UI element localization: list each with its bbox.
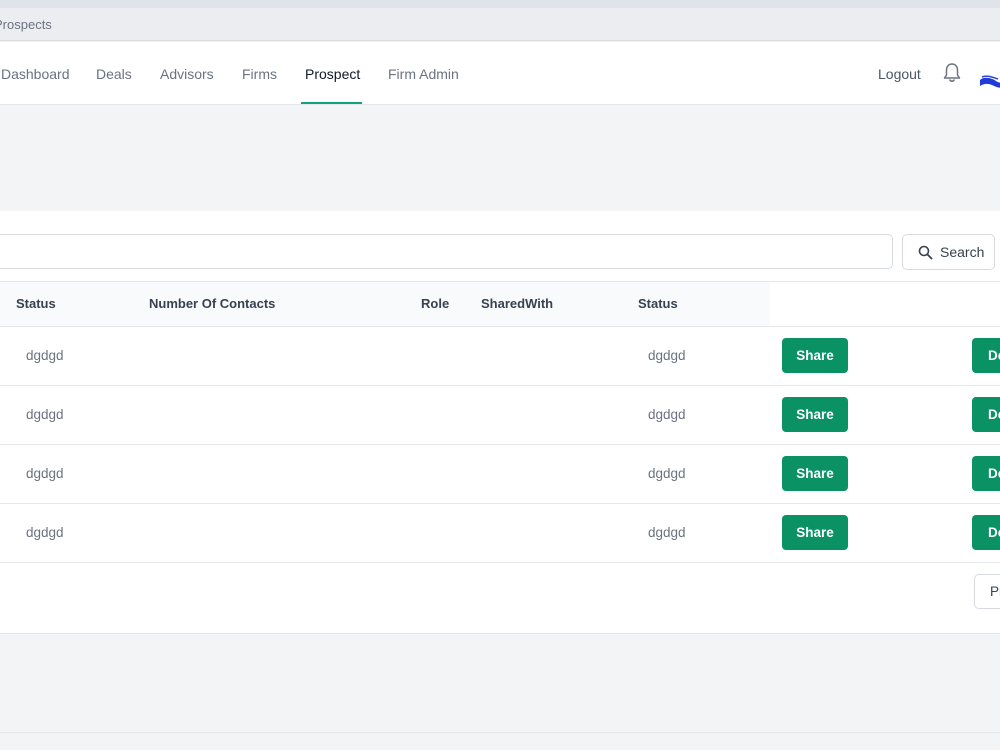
- column-header-role: Role: [421, 296, 450, 311]
- cell-status: dgdgd: [26, 348, 64, 363]
- avatar[interactable]: [978, 72, 1000, 92]
- nav-item-dashboard[interactable]: Dashboard: [1, 42, 70, 104]
- pagination-previous-button[interactable]: Pr: [974, 574, 1000, 609]
- table-row: dgdgd dgdgd Share De: [0, 385, 1000, 445]
- logout-link[interactable]: Logout: [878, 42, 921, 104]
- top-navbar: Dashboard Deals Advisors Firms Prospect …: [0, 42, 1000, 105]
- browser-top-strip: [0, 0, 1000, 8]
- table-row: dgdgd dgdgd Share De: [0, 444, 1000, 504]
- cell-status: dgdgd: [26, 407, 64, 422]
- column-header-status-2: Status: [638, 296, 678, 311]
- cell-status-2: dgdgd: [648, 407, 686, 422]
- cell-status-2: dgdgd: [648, 525, 686, 540]
- footer-divider: [0, 732, 1000, 733]
- browser-tab-bar: Prospects: [0, 8, 1000, 41]
- nav-item-deals[interactable]: Deals: [96, 42, 132, 104]
- search-icon: [918, 245, 933, 260]
- row-action-button[interactable]: De: [972, 515, 1000, 550]
- table-header: Status Number Of Contacts Role SharedWit…: [0, 281, 770, 327]
- prospects-panel: Search Status Number Of Contacts Role Sh…: [0, 211, 1000, 634]
- share-button[interactable]: Share: [782, 456, 848, 491]
- table-header-actions: [770, 281, 1000, 327]
- search-button[interactable]: Search: [902, 234, 995, 270]
- column-header-number-of-contacts: Number Of Contacts: [149, 296, 276, 311]
- cell-status-2: dgdgd: [648, 466, 686, 481]
- browser-tab-title[interactable]: Prospects: [0, 17, 52, 32]
- active-tab-indicator: [301, 102, 362, 104]
- table-row: dgdgd dgdgd Share De: [0, 326, 1000, 386]
- cell-status-2: dgdgd: [648, 348, 686, 363]
- cell-status: dgdgd: [26, 525, 64, 540]
- nav-item-prospect[interactable]: Prospect: [305, 42, 360, 104]
- nav-item-advisors[interactable]: Advisors: [160, 42, 214, 104]
- table-row: dgdgd dgdgd Share De: [0, 503, 1000, 563]
- row-action-button[interactable]: De: [972, 456, 1000, 491]
- search-button-label: Search: [940, 244, 985, 260]
- bell-icon[interactable]: [942, 62, 962, 84]
- search-input[interactable]: [0, 234, 893, 269]
- row-action-button[interactable]: De: [972, 338, 1000, 373]
- cell-status: dgdgd: [26, 466, 64, 481]
- column-header-status: Status: [16, 296, 56, 311]
- share-button[interactable]: Share: [782, 397, 848, 432]
- nav-item-firms[interactable]: Firms: [242, 42, 277, 104]
- share-button[interactable]: Share: [782, 338, 848, 373]
- share-button[interactable]: Share: [782, 515, 848, 550]
- column-header-shared-with: SharedWith: [481, 296, 554, 311]
- nav-item-firm-admin[interactable]: Firm Admin: [388, 42, 459, 104]
- row-action-button[interactable]: De: [972, 397, 1000, 432]
